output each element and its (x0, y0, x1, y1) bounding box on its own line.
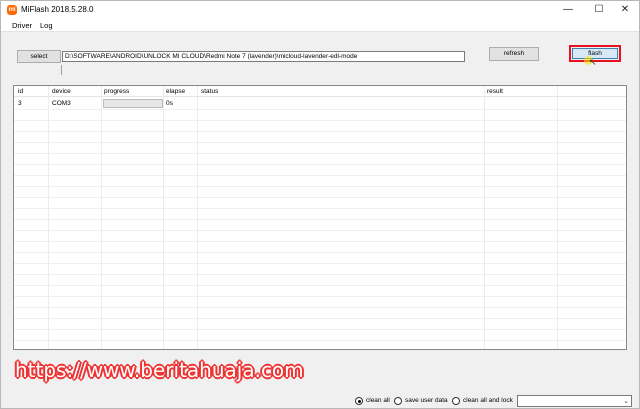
column-divider (197, 86, 198, 349)
title-bar: mi MiFlash 2018.5.28.0 — ☐ ✕ (1, 1, 639, 19)
column-divider (101, 86, 102, 349)
save-user-data-label[interactable]: save user data (405, 397, 448, 404)
row-divider (14, 230, 626, 231)
row-divider (14, 186, 626, 187)
row-divider (14, 307, 626, 308)
column-result[interactable]: result (487, 88, 503, 95)
row-divider (14, 175, 626, 176)
menu-log[interactable]: Log (37, 20, 56, 31)
row-divider (14, 285, 626, 286)
cell-progress-bar (103, 99, 163, 108)
chevron-down-icon: ⌄ (623, 398, 629, 405)
script-dropdown[interactable]: ⌄ (517, 395, 632, 407)
row-divider (14, 153, 626, 154)
row-divider (14, 142, 626, 143)
clean-all-label[interactable]: clean all (366, 397, 390, 404)
row-divider (14, 219, 626, 220)
clean-all-and-lock-radio[interactable] (452, 397, 460, 405)
row-divider (14, 263, 626, 264)
row-divider (14, 241, 626, 242)
menu-driver[interactable]: Driver (9, 20, 35, 31)
table-header: id device progress elapse status result (14, 86, 626, 97)
flash-options-bar: clean all save user data clean all and l… (1, 394, 639, 409)
column-divider (48, 86, 49, 349)
menu-bar: Driver Log (1, 19, 639, 32)
row-divider (14, 318, 626, 319)
row-divider (14, 131, 626, 132)
row-divider (14, 340, 626, 341)
column-divider (557, 86, 558, 349)
miflash-window: mi MiFlash 2018.5.28.0 — ☐ ✕ Driver Log … (0, 0, 640, 409)
cell-device: COM3 (52, 100, 71, 107)
row-divider (14, 109, 626, 110)
column-id[interactable]: id (18, 88, 23, 95)
column-elapse[interactable]: elapse (166, 88, 185, 95)
column-progress[interactable]: progress (104, 88, 129, 95)
clean-all-and-lock-label[interactable]: clean all and lock (463, 397, 513, 404)
column-divider (163, 86, 164, 349)
cell-elapse: 0s (166, 100, 173, 107)
column-status[interactable]: status (201, 88, 218, 95)
miflash-logo-icon: mi (7, 5, 17, 15)
minimize-button[interactable]: — (554, 1, 582, 19)
pointer-cursor-icon: ↖ (589, 57, 597, 67)
select-button[interactable]: select (17, 50, 61, 63)
rom-path-field[interactable]: D:\SOFTWARE\ANDROID\UNLOCK MI CLOUD\Redm… (62, 51, 465, 62)
cell-id: 3 (18, 100, 22, 107)
column-device[interactable]: device (52, 88, 71, 95)
device-table[interactable]: id device progress elapse status result … (13, 85, 627, 350)
close-button[interactable]: ✕ (611, 1, 639, 19)
column-divider (484, 86, 485, 349)
save-user-data-radio[interactable] (394, 397, 402, 405)
path-field-cursor-mark (61, 65, 62, 75)
row-divider (14, 329, 626, 330)
row-divider (14, 197, 626, 198)
refresh-button[interactable]: refresh (489, 47, 539, 61)
window-title: MiFlash 2018.5.28.0 (21, 5, 94, 14)
row-divider (14, 208, 626, 209)
website-watermark: https://www.beritahuaja.com (15, 358, 304, 382)
row-divider (14, 274, 626, 275)
clean-all-radio[interactable] (355, 397, 363, 405)
row-divider (14, 296, 626, 297)
maximize-button[interactable]: ☐ (585, 1, 613, 19)
row-divider (14, 252, 626, 253)
row-divider (14, 164, 626, 165)
row-divider (14, 120, 626, 121)
